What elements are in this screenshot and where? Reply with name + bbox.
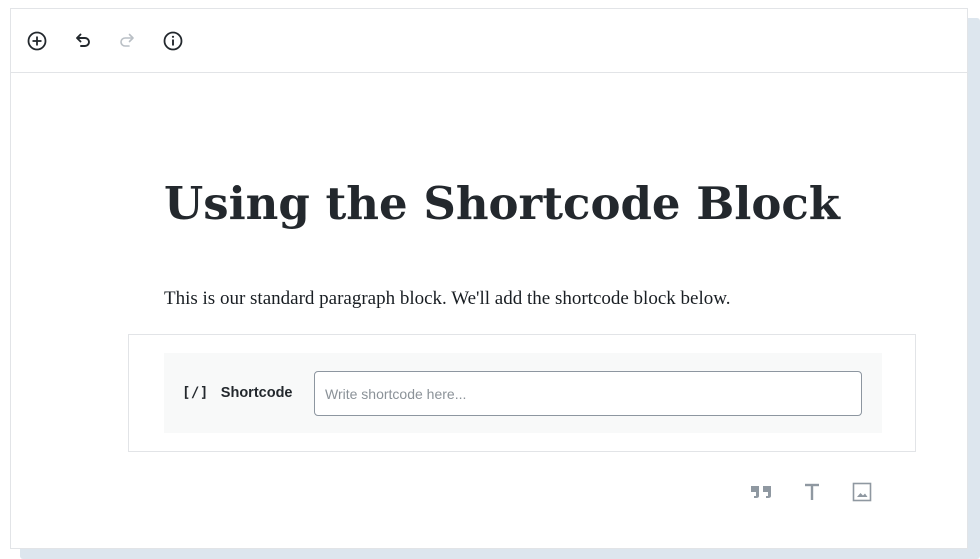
redo-button[interactable] [113, 27, 141, 55]
insert-image-button[interactable] [846, 477, 878, 507]
add-block-button[interactable] [23, 27, 51, 55]
block-editor: Using the Shortcode Block This is our st… [10, 8, 968, 549]
info-button[interactable] [159, 27, 187, 55]
undo-button[interactable] [69, 27, 97, 55]
insert-quote-button[interactable] [746, 477, 778, 507]
shortcode-icon: [/] [182, 385, 209, 401]
insert-heading-button[interactable] [796, 477, 828, 507]
post-title[interactable]: Using the Shortcode Block [164, 174, 840, 234]
shortcode-input[interactable] [314, 371, 862, 416]
redo-icon [120, 33, 134, 47]
info-icon [163, 31, 183, 51]
image-icon [852, 482, 872, 502]
editor-toolbar [11, 9, 967, 73]
quote-icon [751, 486, 771, 498]
quick-inserter [746, 477, 878, 507]
paragraph-block[interactable]: This is our standard paragraph block. We… [164, 285, 730, 313]
shortcode-label: Shortcode [220, 385, 293, 401]
shortcode-block[interactable]: [/] Shortcode [164, 353, 882, 433]
shortcode-block-label: [/] Shortcode [182, 353, 293, 433]
add-block-icon [27, 31, 47, 51]
heading-icon [805, 483, 819, 500]
undo-icon [76, 33, 90, 47]
